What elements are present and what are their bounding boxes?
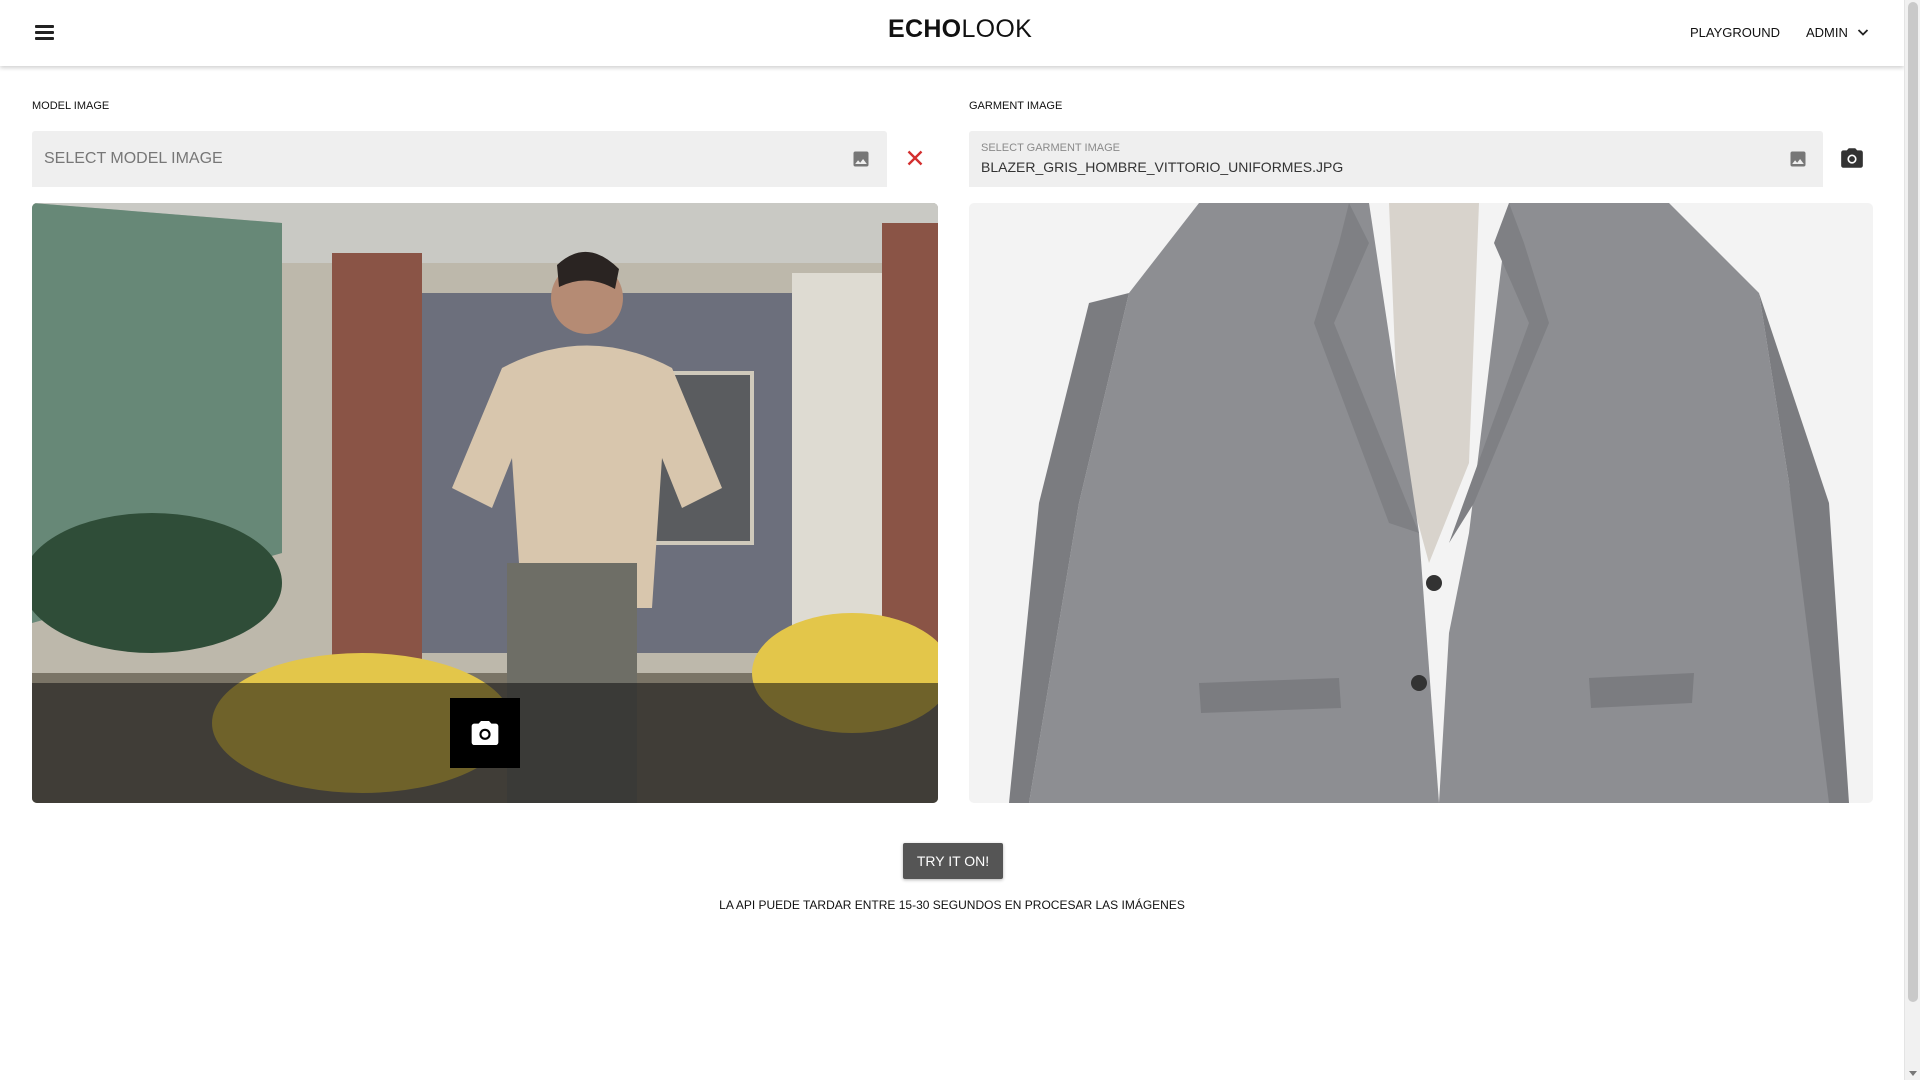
scrollbar-thumb[interactable] xyxy=(1908,2,1918,1002)
garment-image-preview xyxy=(969,203,1873,803)
model-image-label: MODEL IMAGE xyxy=(32,100,110,112)
menu-icon[interactable] xyxy=(32,22,58,44)
camera-icon[interactable] xyxy=(1839,145,1865,171)
blazer-photo xyxy=(1009,203,1849,803)
close-icon[interactable] xyxy=(902,145,928,171)
model-image-preview xyxy=(32,203,938,803)
nav-playground[interactable]: PLAYGROUND xyxy=(1690,25,1780,40)
camera-icon xyxy=(471,721,499,745)
scroll-down-icon[interactable] xyxy=(1909,1071,1917,1076)
model-image-select[interactable]: SELECT MODEL IMAGE xyxy=(32,131,887,187)
logo-light: LOOK xyxy=(961,15,1033,43)
app-header: ECHOLOOK PLAYGROUND ADMIN xyxy=(0,0,1904,66)
image-icon[interactable] xyxy=(1788,149,1808,169)
garment-image-label: GARMENT IMAGE xyxy=(969,100,1063,112)
nav-admin[interactable]: ADMIN xyxy=(1806,25,1848,40)
try-it-on-button[interactable]: TRY IT ON! xyxy=(903,843,1003,879)
page-scrollbar[interactable] xyxy=(1904,0,1920,1080)
app-logo[interactable]: ECHOLOOK xyxy=(888,15,1032,44)
chevron-down-icon[interactable] xyxy=(1855,24,1871,40)
capture-button[interactable] xyxy=(450,698,520,768)
garment-field-value: BLAZER_GRIS_HOMBRE_VITTORIO_UNIFORMES.JP… xyxy=(981,159,1344,175)
garment-field-label: SELECT GARMENT IMAGE xyxy=(981,142,1120,154)
model-image-placeholder: SELECT MODEL IMAGE xyxy=(44,150,223,167)
processing-note: LA API PUEDE TARDAR ENTRE 15-30 SEGUNDOS… xyxy=(719,898,1185,912)
garment-image-select[interactable]: SELECT GARMENT IMAGE BLAZER_GRIS_HOMBRE_… xyxy=(969,131,1823,187)
image-icon[interactable] xyxy=(851,149,871,169)
logo-bold: ECHO xyxy=(888,15,962,43)
